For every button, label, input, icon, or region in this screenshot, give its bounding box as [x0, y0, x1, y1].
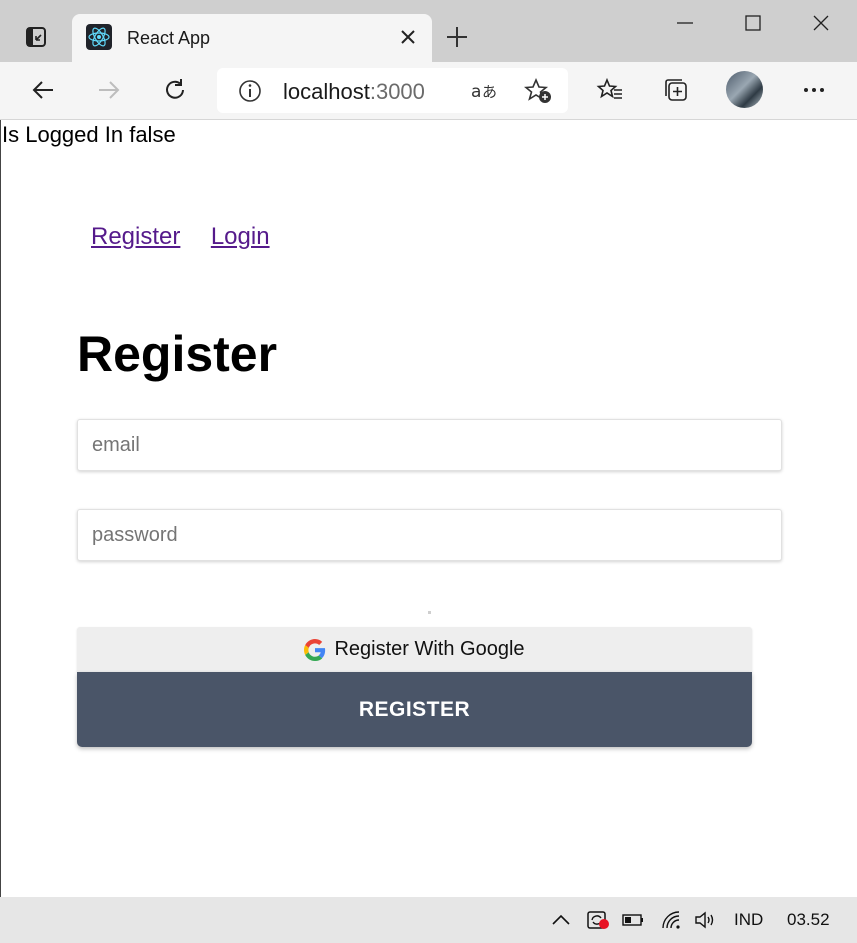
collections-icon[interactable]: [662, 76, 690, 104]
svg-text:あ: あ: [482, 83, 497, 101]
add-favorite-icon[interactable]: [524, 77, 552, 105]
tab-actions-icon[interactable]: [25, 26, 47, 48]
login-status-text: Is Logged In false: [2, 122, 176, 147]
wifi-icon[interactable]: [660, 909, 682, 931]
battery-icon[interactable]: [622, 909, 644, 931]
tab-title: React App: [127, 28, 211, 48]
read-aloud-translate-icon[interactable]: a あ: [470, 78, 498, 104]
more-options-icon[interactable]: [800, 76, 828, 104]
url-text: localhost:3000: [283, 79, 425, 105]
register-button[interactable]: REGISTER: [77, 672, 752, 747]
volume-icon[interactable]: [694, 909, 716, 931]
react-logo-icon: [86, 24, 112, 50]
page-title: Register: [77, 326, 278, 382]
minimize-icon[interactable]: [676, 14, 694, 32]
profile-avatar[interactable]: [726, 71, 763, 108]
url-host: localhost: [283, 79, 370, 104]
tab-react-app[interactable]: React App: [72, 14, 432, 62]
refresh-icon[interactable]: [161, 76, 189, 104]
url-port: :3000: [369, 79, 425, 104]
google-button-label: Register With Google: [334, 638, 525, 660]
tab-strip: React App: [0, 0, 857, 62]
close-window-icon[interactable]: [812, 14, 830, 32]
register-with-google-button[interactable]: Register With Google: [77, 627, 752, 672]
password-field[interactable]: [77, 509, 782, 561]
recording-indicator: [599, 919, 609, 929]
divider-dot: [428, 611, 431, 614]
forward-arrow-icon[interactable]: [95, 76, 123, 104]
google-logo-icon: [304, 638, 326, 661]
register-link[interactable]: Register: [91, 223, 180, 250]
show-hidden-icons-chevron-icon[interactable]: [550, 909, 572, 931]
browser-toolbar: localhost:3000 a あ: [0, 62, 857, 120]
email-field[interactable]: [77, 419, 782, 471]
maximize-icon[interactable]: [744, 14, 762, 32]
taskbar: IND 03.52: [0, 897, 857, 943]
back-arrow-icon[interactable]: [29, 76, 57, 104]
site-info-icon[interactable]: [237, 78, 263, 104]
new-tab-icon[interactable]: [445, 25, 469, 49]
input-language[interactable]: IND: [734, 910, 763, 930]
login-link[interactable]: Login: [211, 223, 270, 250]
taskbar-clock[interactable]: 03.52: [787, 910, 830, 930]
auth-nav: Register Login: [91, 223, 296, 251]
svg-text:a: a: [471, 82, 481, 102]
favorites-icon[interactable]: [596, 76, 624, 104]
page-content: Is Logged In false Register Login Regist…: [0, 120, 857, 897]
address-bar[interactable]: localhost:3000 a あ: [217, 68, 568, 113]
close-tab-icon[interactable]: [398, 27, 418, 47]
